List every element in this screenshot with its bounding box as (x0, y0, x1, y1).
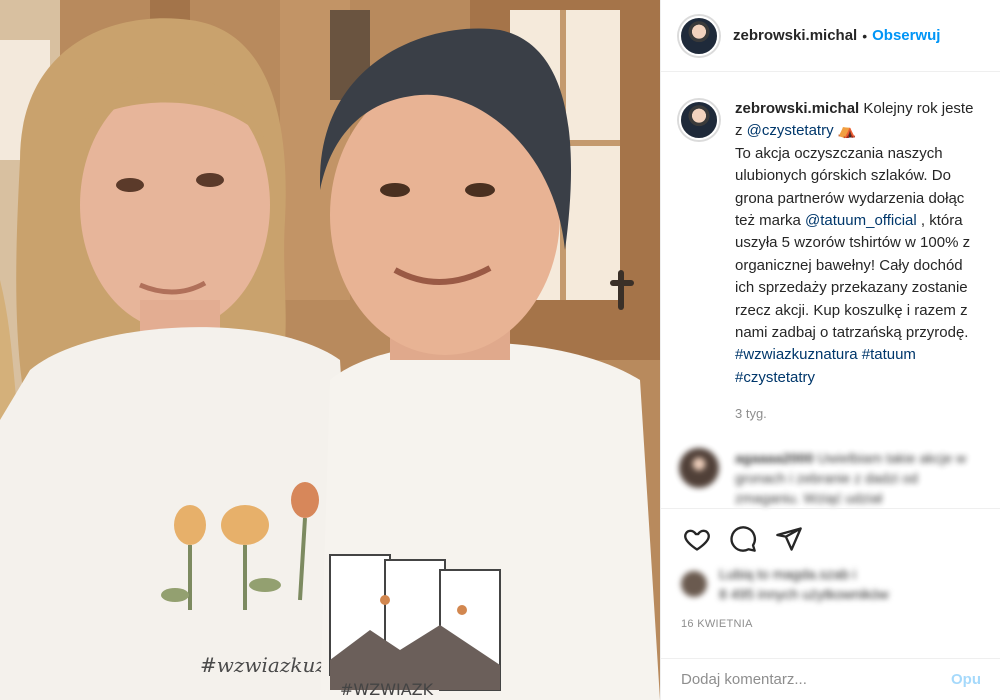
liker-avatar-icon (681, 571, 707, 597)
caption-line: też marka (735, 212, 806, 230)
comment-text: agaaaa2000 Uwielbiam takie akcje w grona… (735, 448, 995, 508)
send-icon[interactable] (773, 523, 805, 555)
header-username[interactable]: zebrowski.michal (733, 27, 857, 44)
shirt-left-text: #wzwiazkuz (200, 653, 326, 677)
add-comment-form: Opu (661, 658, 1000, 700)
header-separator: • (862, 27, 868, 44)
caption-line: ulubionych górskich szlaków. Do (735, 167, 951, 185)
comment-item: agaaaa2000 Uwielbiam takie akcje w grona… (679, 448, 995, 508)
post-header: zebrowski.michal • Obserwuj (661, 0, 1000, 72)
heart-icon[interactable] (681, 523, 713, 555)
commenter-username[interactable]: agaaaa2000 (735, 450, 814, 466)
user-avatar-icon[interactable] (679, 15, 719, 56)
post-side-panel: zebrowski.michal • Obserwuj zebrowski.mi… (660, 0, 1000, 700)
comment-line: Uwielbiam takie akcje w (817, 450, 967, 466)
commenter-avatar-icon[interactable] (679, 448, 719, 488)
caption-line: rzecz akcji. Kup koszulkę i razem z (735, 301, 968, 319)
likes-line: Lubią to magda.szab i (719, 566, 856, 582)
post-comment-button[interactable]: Opu (951, 671, 981, 688)
caption-line: ich sprzedaży przekazany zostanie (735, 279, 968, 297)
post-actions (661, 508, 1000, 568)
hashtags-line-1[interactable]: #wzwiazkuznatura #tatuum (735, 344, 1000, 366)
hashtags-line-2[interactable]: #czystetatry (735, 367, 1000, 389)
tent-emoji: ⛺ (837, 122, 857, 140)
shirt-right-text: #WZWIAZK (340, 680, 434, 699)
mention-tatuum-official[interactable]: @tatuum_official (805, 212, 917, 229)
post-caption: zebrowski.michal Kolejny rok jeste z @cz… (679, 98, 1000, 426)
caption-text: zebrowski.michal Kolejny rok jeste z @cz… (735, 98, 1000, 426)
post-time[interactable]: 3 tyg. (735, 403, 1000, 425)
likes-count[interactable]: 8 495 innych użytkowników (719, 584, 889, 604)
likes-summary[interactable]: Lubią to magda.szab i 8 495 innych użytk… (681, 564, 889, 604)
caption-line: organicznej bawełny! Cały dochód (735, 256, 963, 274)
follow-button[interactable]: Obserwuj (872, 27, 940, 44)
caption-line: z (735, 122, 747, 140)
post-image: #wzwiazkuz #WZWIAZK (0, 0, 660, 700)
comment-icon[interactable] (727, 523, 759, 555)
caption-line: Kolejny rok jeste (863, 100, 974, 117)
post-date[interactable]: 16 KWIETNIA (681, 618, 753, 630)
caption-line: , która (916, 212, 963, 230)
comment-line: zmaganiu. Wziąć udział (735, 490, 883, 506)
caption-username[interactable]: zebrowski.michal (735, 100, 859, 117)
caption-avatar-icon[interactable] (679, 100, 719, 140)
caption-line: grona partnerów wydarzenia dołąc (735, 189, 965, 207)
comment-line: gronach i zebranie z dadzi od (735, 470, 918, 486)
caption-line: uszyła 5 wzorów tshirtów w 100% z (735, 234, 971, 252)
caption-line: nami zadbaj o tatrzańską przyrodę. (735, 324, 969, 342)
mention-czystetatry[interactable]: @czystetatry (747, 122, 834, 139)
caption-line: To akcja oczyszczania naszych (735, 144, 943, 162)
comment-input[interactable] (681, 671, 951, 688)
post-photo[interactable]: #wzwiazkuz #WZWIAZK (0, 0, 660, 700)
